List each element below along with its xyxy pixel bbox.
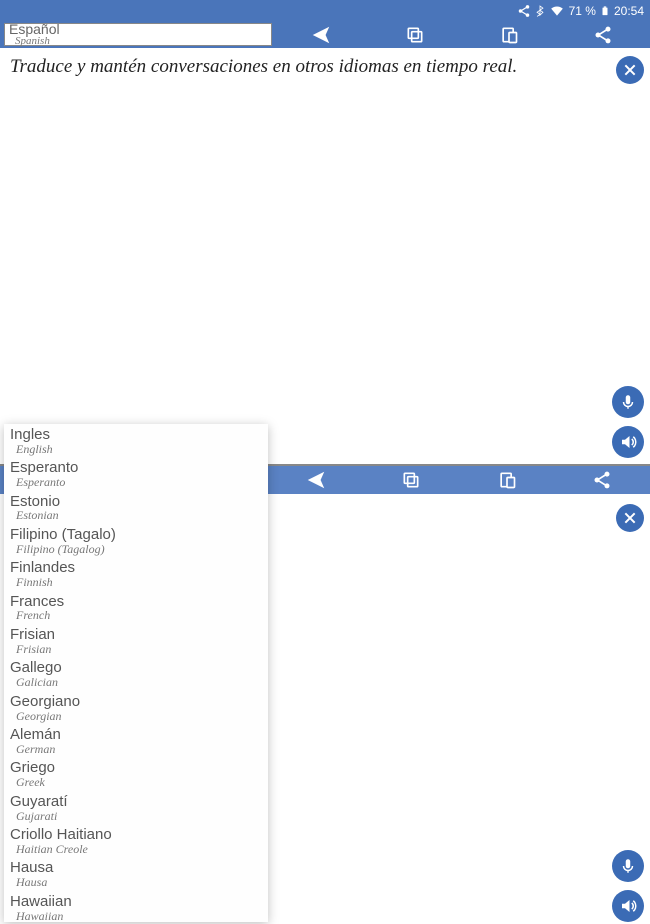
language-option[interactable]: EstonioEstonian [4, 491, 268, 524]
language-option-secondary: Haitian Creole [16, 843, 262, 856]
language-option[interactable]: GriegoGreek [4, 757, 268, 790]
language-option-secondary: German [16, 743, 262, 756]
copy-icon-mid[interactable] [400, 469, 422, 491]
source-language-primary: Español [9, 22, 267, 36]
language-option[interactable]: EsperantoEsperanto [4, 457, 268, 490]
language-option[interactable]: GallegoGalician [4, 657, 268, 690]
language-option-primary: Hausa [10, 860, 262, 876]
language-option-primary: Georgiano [10, 694, 262, 710]
close-icon [622, 510, 638, 526]
paste-icon[interactable] [498, 24, 520, 46]
copy-icon[interactable] [404, 24, 426, 46]
clear-source-button[interactable] [616, 56, 644, 84]
language-option[interactable]: Criollo HaitianoHaitian Creole [4, 824, 268, 857]
speaker-button-top[interactable] [612, 426, 644, 458]
language-option[interactable]: GeorgianoGeorgian [4, 691, 268, 724]
language-option-primary: Gallego [10, 660, 262, 676]
language-option[interactable]: AlemánGerman [4, 724, 268, 757]
language-option-primary: Esperanto [10, 460, 262, 476]
bluetooth-icon [535, 4, 545, 18]
target-fab-stack [612, 850, 644, 922]
battery-percent: 71 % [569, 4, 596, 18]
status-bar: 71 % 20:54 [0, 0, 650, 22]
share-status-icon [517, 4, 531, 18]
close-icon [622, 62, 638, 78]
language-option-primary: Criollo Haitiano [10, 827, 262, 843]
language-option-secondary: Hausa [16, 876, 262, 889]
source-text: Traduce y mantén conversaciones en otros… [10, 56, 570, 78]
share-icon[interactable] [592, 24, 614, 46]
language-option-secondary: Frisian [16, 643, 262, 656]
language-option-secondary: Georgian [16, 710, 262, 723]
language-option-secondary: Esperanto [16, 476, 262, 489]
language-option-secondary: Hawaiian [16, 910, 262, 922]
speaker-button-bottom[interactable] [612, 890, 644, 922]
mic-icon [619, 857, 637, 875]
language-option[interactable]: InglesEnglish [4, 424, 268, 457]
paste-icon-mid[interactable] [496, 469, 518, 491]
language-option-primary: Frances [10, 594, 262, 610]
language-option[interactable]: FrancesFrench [4, 591, 268, 624]
mic-icon [619, 393, 637, 411]
share-icon-mid[interactable] [591, 469, 613, 491]
send-icon-mid[interactable] [305, 469, 327, 491]
language-option-secondary: Gujarati [16, 810, 262, 823]
mid-toolbar-icons [268, 469, 650, 491]
source-language-selector[interactable]: Español Spanish [4, 23, 272, 46]
language-option-secondary: Filipino (Tagalog) [16, 543, 262, 556]
language-option-primary: Ingles [10, 427, 262, 443]
send-icon[interactable] [310, 24, 332, 46]
language-option-primary: Frisian [10, 627, 262, 643]
language-option[interactable]: HausaHausa [4, 857, 268, 890]
mic-button-bottom[interactable] [612, 850, 644, 882]
speaker-icon [619, 433, 637, 451]
language-option-secondary: Estonian [16, 509, 262, 522]
top-toolbar: Español Spanish [0, 22, 650, 48]
source-fab-stack [612, 386, 644, 458]
source-language-secondary: Spanish [15, 36, 267, 47]
language-dropdown[interactable]: InglesEnglishEsperantoEsperantoEstonioEs… [4, 424, 268, 922]
language-option-secondary: Greek [16, 776, 262, 789]
language-option-secondary: Finnish [16, 576, 262, 589]
source-text-pane[interactable]: Traduce y mantén conversaciones en otros… [0, 48, 650, 464]
language-option-primary: Estonio [10, 494, 262, 510]
language-option[interactable]: GuyaratíGujarati [4, 791, 268, 824]
language-option-primary: Griego [10, 760, 262, 776]
language-option[interactable]: FinlandesFinnish [4, 557, 268, 590]
language-option[interactable]: FrisianFrisian [4, 624, 268, 657]
clock: 20:54 [614, 4, 644, 18]
language-option-primary: Filipino (Tagalo) [10, 527, 262, 543]
language-option-secondary: Galician [16, 676, 262, 689]
language-option-primary: Finlandes [10, 560, 262, 576]
speaker-icon [619, 897, 637, 915]
language-option-secondary: English [16, 443, 262, 456]
language-option[interactable]: Filipino (Tagalo)Filipino (Tagalog) [4, 524, 268, 557]
language-option-primary: Guyaratí [10, 794, 262, 810]
language-option[interactable]: HawaiianHawaiian [4, 891, 268, 922]
mic-button-top[interactable] [612, 386, 644, 418]
language-option-primary: Alemán [10, 727, 262, 743]
wifi-icon [549, 4, 565, 18]
language-option-primary: Hawaiian [10, 894, 262, 910]
top-toolbar-icons [274, 22, 650, 48]
language-option-secondary: French [16, 609, 262, 622]
clear-target-button[interactable] [616, 504, 644, 532]
battery-icon [600, 4, 610, 18]
